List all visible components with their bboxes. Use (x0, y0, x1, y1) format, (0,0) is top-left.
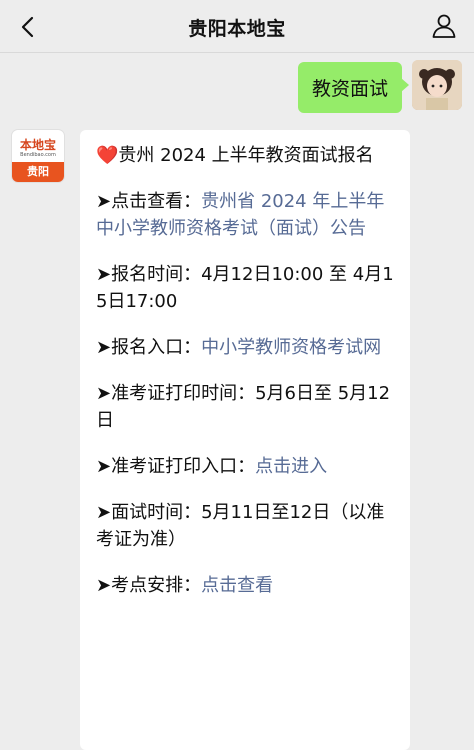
bot-avatar[interactable]: 本地宝 Bendibao.com 贵阳 (12, 130, 64, 182)
item-label: ➤面试时间： (96, 502, 202, 523)
message-heading-text: 贵州 2024 上半年教资面试报名 (118, 145, 374, 166)
profile-button[interactable] (428, 10, 460, 42)
admission-print-link[interactable]: 点击进入 (255, 456, 327, 477)
bot-logo-domain: Bendibao.com (20, 152, 56, 158)
user-avatar[interactable] (412, 60, 462, 110)
item-label: ➤点击查看： (96, 191, 202, 212)
list-item: ➤报名时间：4月12日10:00 至 4月15日17:00 (96, 261, 396, 315)
item-label: ➤准考证打印入口： (96, 456, 256, 477)
message-heading: ❤️贵州 2024 上半年教资面试报名 (96, 142, 396, 169)
heart-icon: ❤️ (96, 145, 119, 166)
top-bar: 贵阳本地宝 (0, 0, 474, 53)
registration-entry-link[interactable]: 中小学教师资格考试网 (201, 337, 381, 358)
item-label: ➤报名时间： (96, 264, 202, 285)
list-item: ➤考点安排：点击查看 (96, 572, 396, 599)
bot-logo-city: 贵阳 (12, 162, 64, 182)
item-label: ➤报名入口： (96, 337, 202, 358)
list-item: ➤准考证打印入口：点击进入 (96, 453, 396, 480)
item-label: ➤考点安排： (96, 575, 202, 596)
chat-title: 贵阳本地宝 (188, 18, 286, 40)
person-icon (432, 14, 456, 38)
exam-site-link[interactable]: 点击查看 (201, 575, 273, 596)
user-avatar-image (412, 60, 462, 110)
item-label: ➤准考证打印时间： (96, 383, 256, 404)
list-item: ➤点击查看：贵州省 2024 年上半年中小学教师资格考试（面试）公告 (96, 188, 396, 242)
outgoing-message-bubble[interactable]: 教资面试 (297, 62, 410, 113)
bot-logo-text: 本地宝 (19, 138, 56, 152)
incoming-message-bubble: ❤️贵州 2024 上半年教资面试报名 ➤点击查看：贵州省 2024 年上半年中… (80, 130, 410, 750)
outgoing-message-row: 教资面试 (297, 60, 462, 113)
list-item: ➤面试时间：5月11日至12日（以准考证为准） (96, 499, 396, 553)
list-item: ➤准考证打印时间：5月6日至 5月12日 (96, 380, 396, 434)
list-item: ➤报名入口：中小学教师资格考试网 (96, 334, 396, 361)
